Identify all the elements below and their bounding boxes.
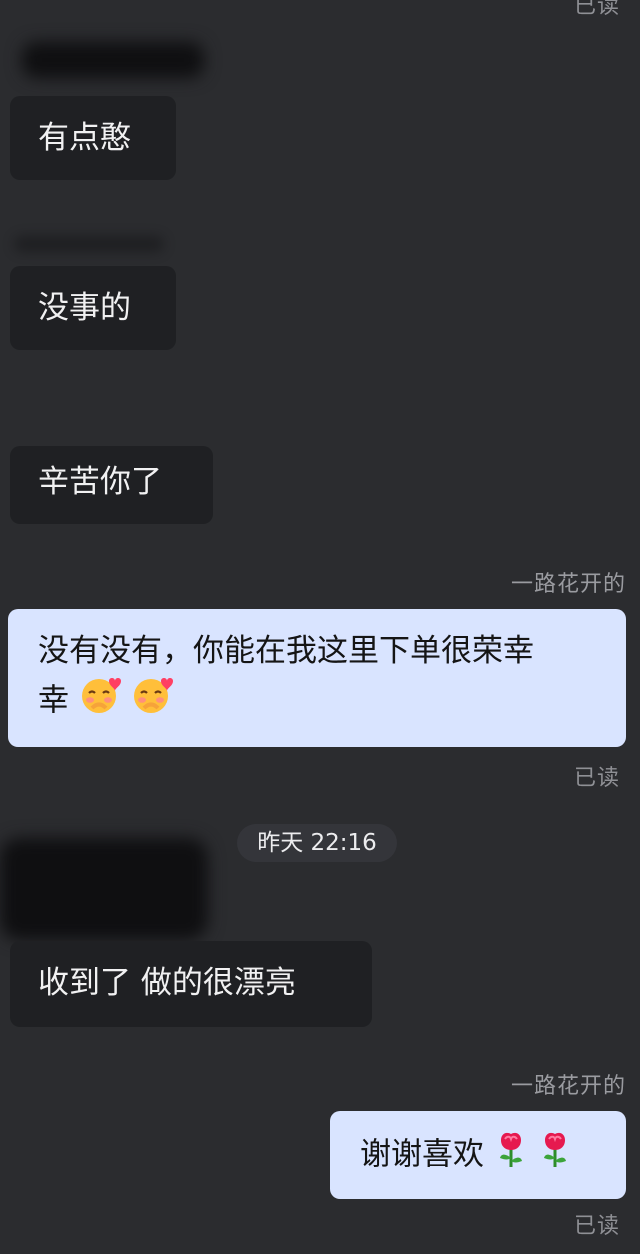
read-status-bottom: 已读 [574, 1214, 621, 1239]
sender-name: 一路花开的 [510, 1074, 626, 1099]
blurred-avatar-bottom [0, 838, 208, 940]
message-text: 有点憨 [38, 120, 131, 156]
rose-emoji-icon [494, 1129, 528, 1183]
read-status-top: 已读 [574, 0, 621, 19]
blush-hug-emoji-icon [131, 675, 173, 729]
blurred-name-middle [14, 236, 164, 252]
message-text: 没有没有，你能在我这里下单很荣幸 [38, 633, 534, 669]
message-text-line2: 幸 [38, 682, 69, 719]
incoming-message-bubble[interactable]: 有点憨 [10, 96, 176, 180]
message-timestamp: 昨天 22:16 [237, 824, 397, 862]
incoming-message-bubble[interactable]: 没事的 [10, 266, 176, 350]
blurred-avatar-top [22, 42, 204, 78]
outgoing-message-bubble[interactable]: 谢谢喜欢 [330, 1111, 626, 1199]
rose-emoji-icon [538, 1129, 572, 1183]
message-text: 没事的 [38, 290, 131, 326]
message-text: 辛苦你了 [38, 464, 162, 500]
message-text: 谢谢喜欢 [360, 1136, 484, 1173]
message-text: 收到了 做的很漂亮 [38, 965, 296, 1001]
incoming-message-bubble[interactable]: 辛苦你了 [10, 446, 213, 524]
read-status: 已读 [574, 766, 621, 791]
outgoing-message-bubble[interactable]: 没有没有，你能在我这里下单很荣幸 幸 [8, 609, 626, 747]
incoming-message-bubble[interactable]: 收到了 做的很漂亮 [10, 941, 372, 1027]
sender-name: 一路花开的 [510, 572, 626, 597]
blush-hug-emoji-icon [79, 675, 121, 729]
